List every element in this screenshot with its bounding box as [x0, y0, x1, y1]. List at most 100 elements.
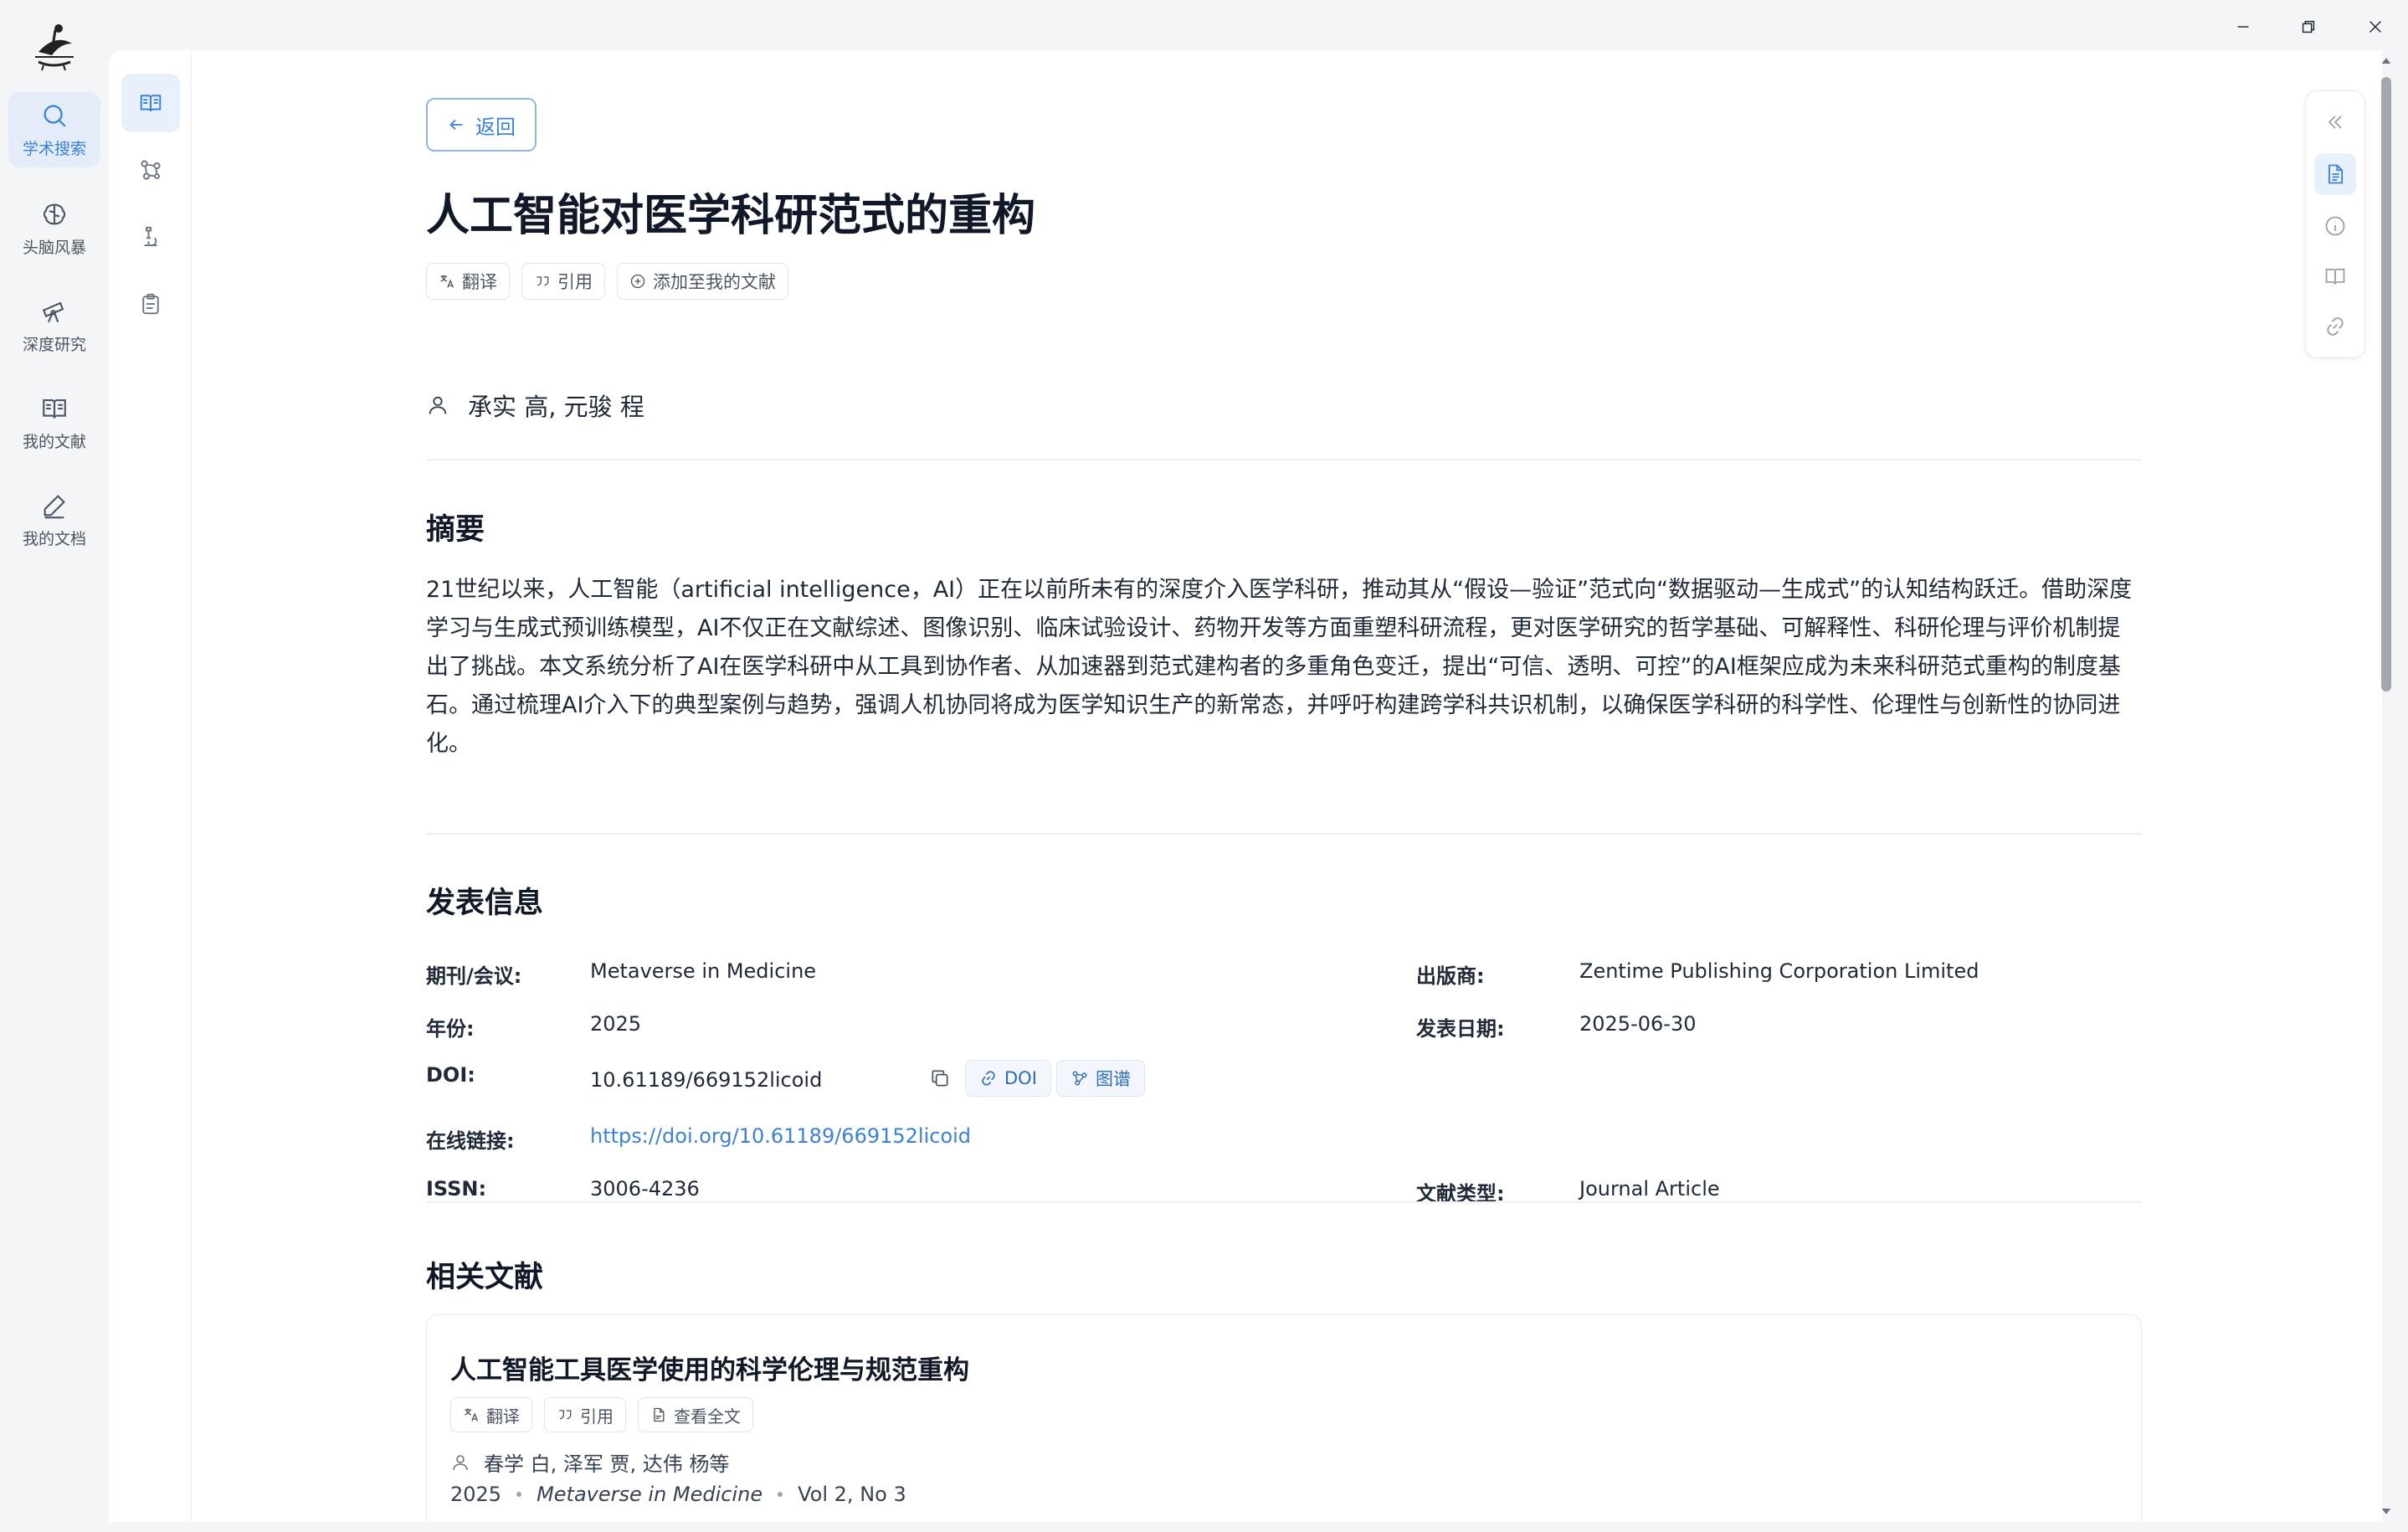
restore-icon [2302, 20, 2315, 33]
link-icon [2327, 317, 2344, 336]
copy-icon[interactable] [929, 1067, 951, 1089]
issn-value: 3006-4236 [590, 1177, 700, 1200]
clipboard-icon [142, 293, 159, 315]
scroll-down-arrow-icon[interactable] [2379, 1504, 2394, 1519]
abstract-heading: 摘要 [426, 513, 485, 547]
graph-button-label: 图谱 [1096, 1069, 1131, 1089]
book-open-icon [140, 95, 162, 112]
related-cite-label: 引用 [580, 1406, 614, 1427]
pen-icon [44, 494, 65, 518]
view-fulltext-button[interactable]: 查看全文 [638, 1397, 753, 1432]
chevrons-left-icon [2328, 116, 2342, 129]
user-icon [453, 1454, 468, 1470]
telescope-icon [42, 301, 64, 322]
sidebar-item-label: 头脑风暴 [22, 238, 86, 257]
related-article-meta: 2025 Metaverse in Medicine Vol 2, No 3 [450, 1483, 906, 1506]
document-view-button[interactable] [2314, 153, 2356, 195]
book-open-icon [43, 398, 66, 418]
link-button[interactable] [2314, 306, 2356, 347]
authors-text: 承实 高, 元骏 程 [468, 393, 644, 421]
graph-button[interactable]: 图谱 [1056, 1060, 1145, 1097]
cite-button[interactable]: 引用 [521, 263, 605, 300]
sidebar-item-label: 我的文档 [22, 529, 86, 548]
related-volume: Vol 2, No 3 [798, 1483, 906, 1506]
related-translate-label: 翻译 [486, 1406, 520, 1427]
doi-label: DOI: [426, 1063, 475, 1087]
file-text-icon [2328, 164, 2344, 184]
date-value: 2025-06-30 [1579, 1012, 1697, 1036]
related-year: 2025 [450, 1483, 502, 1506]
sidebar-item-my-documents[interactable]: 我的文档 [8, 482, 100, 558]
sidebar-item-deep-research[interactable]: 深度研究 [8, 288, 100, 363]
search-icon [44, 105, 66, 127]
quote-icon [537, 276, 549, 286]
subnav-item-lab[interactable] [121, 208, 180, 266]
related-article-authors: 春学 白, 泽军 贾, 达伟 杨等 [450, 1447, 729, 1477]
sidebar-item-brainstorm[interactable]: 头脑风暴 [8, 191, 100, 266]
info-icon [2325, 216, 2345, 236]
subnav-item-graph[interactable] [121, 141, 180, 199]
article-authors: 承实 高, 元骏 程 [426, 388, 644, 423]
close-icon [2369, 21, 2381, 33]
microscope-icon [144, 226, 157, 246]
document-type-value: Journal Article [1579, 1177, 1720, 1200]
translate-label: 翻译 [462, 272, 497, 292]
related-article-title[interactable]: 人工智能工具医学使用的科学伦理与规范重构 [450, 1349, 969, 1386]
user-icon [429, 396, 447, 414]
content-frame: 返回 人工智能对医学科研范式的重构 翻译 引用 添加至我的文献 承实 高, 元骏… [109, 50, 2382, 1522]
publisher-label: 出版商: [1416, 964, 1485, 988]
scroll-up-arrow-icon[interactable] [2379, 54, 2394, 69]
online-link-label: 在线链接: [426, 1129, 515, 1153]
separator-dot [516, 1492, 522, 1497]
back-button-label: 返回 [475, 115, 516, 139]
publisher-value: Zentime Publishing Corporation Limited [1579, 959, 1979, 983]
add-to-library-label: 添加至我的文献 [653, 272, 776, 292]
scrollbar-thumb[interactable] [2381, 77, 2391, 691]
cite-label: 引用 [557, 272, 593, 292]
divider [426, 1201, 2142, 1203]
pdf-icon [654, 1407, 665, 1422]
translate-button[interactable]: 翻译 [426, 263, 510, 300]
restore-button[interactable] [2293, 12, 2323, 42]
add-to-library-button[interactable]: 添加至我的文献 [617, 263, 788, 300]
book-open-icon [2325, 268, 2345, 285]
translate-icon [440, 275, 454, 288]
journal-label: 期刊/会议: [426, 964, 522, 988]
related-article-card[interactable]: 人工智能工具医学使用的科学伦理与规范重构 翻译 引用 查看全文 春学 白, 泽军… [426, 1314, 2142, 1522]
sub-navigation [109, 50, 192, 1522]
doi-link-button[interactable]: DOI [965, 1060, 1051, 1097]
journal-value: Metaverse in Medicine [590, 959, 817, 983]
related-journal: Metaverse in Medicine [537, 1483, 763, 1506]
close-button[interactable] [2360, 12, 2390, 42]
graph-network-icon [1072, 1071, 1087, 1086]
subnav-item-notes[interactable] [121, 275, 180, 333]
graph-network-icon [141, 160, 161, 180]
sidebar-item-label: 学术搜索 [22, 139, 86, 158]
article-actions: 翻译 引用 添加至我的文献 [426, 263, 788, 300]
online-link[interactable]: https://doi.org/10.61189/669152licoid [590, 1124, 971, 1148]
minimize-button[interactable] [2228, 12, 2258, 42]
page-title: 人工智能对医学科研范式的重构 [426, 190, 1036, 241]
related-cite-button[interactable]: 引用 [544, 1397, 626, 1432]
separator-dot [778, 1492, 783, 1497]
back-button[interactable]: 返回 [426, 98, 537, 152]
date-label: 发表日期: [1416, 1017, 1505, 1041]
collapse-panel-button[interactable] [2314, 101, 2356, 143]
app-logo [27, 18, 82, 74]
doi-button-label: DOI [1004, 1068, 1037, 1088]
arrow-left-icon [449, 119, 463, 131]
sidebar-item-academic-search[interactable]: 学术搜索 [8, 92, 100, 167]
minimize-icon [2237, 26, 2249, 28]
sidebar-item-my-library[interactable]: 我的文献 [8, 385, 100, 460]
abstract-text: 21世纪以来，人工智能（artificial intelligence，AI）正… [426, 577, 2133, 757]
plus-circle-icon [630, 274, 645, 289]
divider [426, 459, 2142, 460]
right-toolbar [2305, 90, 2365, 358]
quote-icon [559, 1410, 572, 1420]
reading-button[interactable] [2314, 255, 2356, 297]
info-button[interactable] [2314, 205, 2356, 247]
related-translate-button[interactable]: 翻译 [450, 1397, 532, 1432]
year-value: 2025 [590, 1012, 642, 1036]
subnav-item-reader[interactable] [121, 74, 180, 132]
link-icon [982, 1071, 995, 1086]
